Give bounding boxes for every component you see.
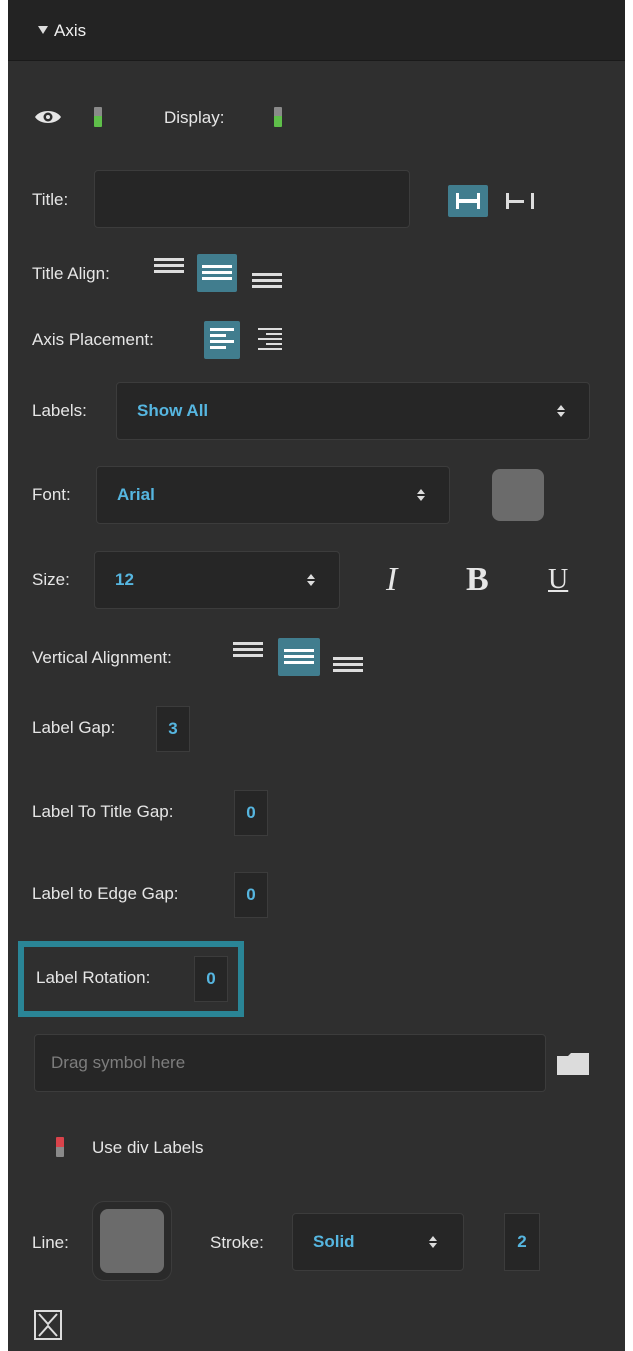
labels-select[interactable]: Show All: [116, 382, 590, 440]
section-header[interactable]: Axis: [8, 0, 625, 61]
updown-arrows-icon: [307, 574, 315, 586]
valign-middle-icon[interactable]: [278, 638, 320, 676]
labels-value: Show All: [137, 401, 209, 420]
div-labels-label: Use div Labels: [92, 1138, 204, 1157]
labels-label: Labels:: [32, 401, 87, 420]
stroke-select[interactable]: Solid: [292, 1213, 464, 1271]
font-select[interactable]: Arial: [96, 466, 450, 524]
font-label: Font:: [32, 485, 71, 504]
stroke-label: Stroke:: [210, 1233, 264, 1252]
section-title: Axis: [54, 21, 87, 40]
label-to-edge-gap-input[interactable]: 0: [234, 872, 268, 918]
label-rotation-input[interactable]: 0: [194, 956, 228, 1002]
italic-button[interactable]: I: [386, 560, 397, 600]
align-middle-icon[interactable]: [197, 254, 237, 292]
font-color-swatch[interactable]: [492, 469, 544, 521]
axis-placement-label: Axis Placement:: [32, 330, 154, 349]
title-label: Title:: [32, 190, 69, 209]
placement-left-icon[interactable]: [204, 321, 240, 359]
title-width-compact-icon[interactable]: [500, 185, 540, 217]
stroke-value: Solid: [313, 1232, 355, 1251]
stroke-width-input[interactable]: 2: [504, 1213, 540, 1271]
label-gap-input[interactable]: 3: [156, 706, 190, 752]
visibility-toggle[interactable]: [94, 107, 102, 127]
title-align-label: Title Align:: [32, 264, 110, 283]
title-width-full-icon[interactable]: [448, 185, 488, 217]
label-gap-label: Label Gap:: [32, 718, 116, 737]
label-rotation-label: Label Rotation:: [36, 968, 151, 987]
collapse-triangle-icon[interactable]: [38, 26, 48, 34]
symbol-drop-field[interactable]: Drag symbol here: [34, 1034, 546, 1092]
collapse-all-icon[interactable]: [34, 1310, 62, 1345]
underline-button[interactable]: U: [548, 560, 568, 600]
updown-arrows-icon: [429, 1236, 437, 1248]
align-bottom-icon[interactable]: [247, 262, 287, 294]
updown-arrows-icon: [557, 405, 565, 417]
vertical-alignment-label: Vertical Alignment:: [32, 648, 172, 667]
line-label: Line:: [32, 1233, 69, 1252]
display-label: Display:: [164, 108, 225, 127]
valign-top-icon[interactable]: [228, 636, 268, 668]
display-toggle[interactable]: [274, 107, 282, 127]
folder-icon[interactable]: [556, 1052, 590, 1081]
size-label: Size:: [32, 570, 70, 589]
updown-arrows-icon: [417, 489, 425, 501]
label-to-title-gap-label: Label To Title Gap:: [32, 802, 174, 821]
label-to-edge-gap-label: Label to Edge Gap:: [32, 884, 179, 903]
title-input[interactable]: [94, 170, 410, 228]
size-value: 12: [115, 570, 134, 589]
div-labels-toggle[interactable]: [56, 1137, 64, 1157]
symbol-placeholder: Drag symbol here: [51, 1053, 186, 1072]
eye-icon[interactable]: [34, 108, 62, 131]
size-select[interactable]: 12: [94, 551, 340, 609]
line-color-swatch-frame[interactable]: [92, 1201, 172, 1281]
valign-bottom-icon[interactable]: [328, 646, 368, 678]
font-value: Arial: [117, 485, 155, 504]
placement-right-icon[interactable]: [252, 321, 288, 359]
label-to-title-gap-input[interactable]: 0: [234, 790, 268, 836]
line-color-swatch[interactable]: [100, 1209, 164, 1273]
align-top-icon[interactable]: [150, 252, 188, 284]
bold-button[interactable]: B: [466, 560, 489, 600]
